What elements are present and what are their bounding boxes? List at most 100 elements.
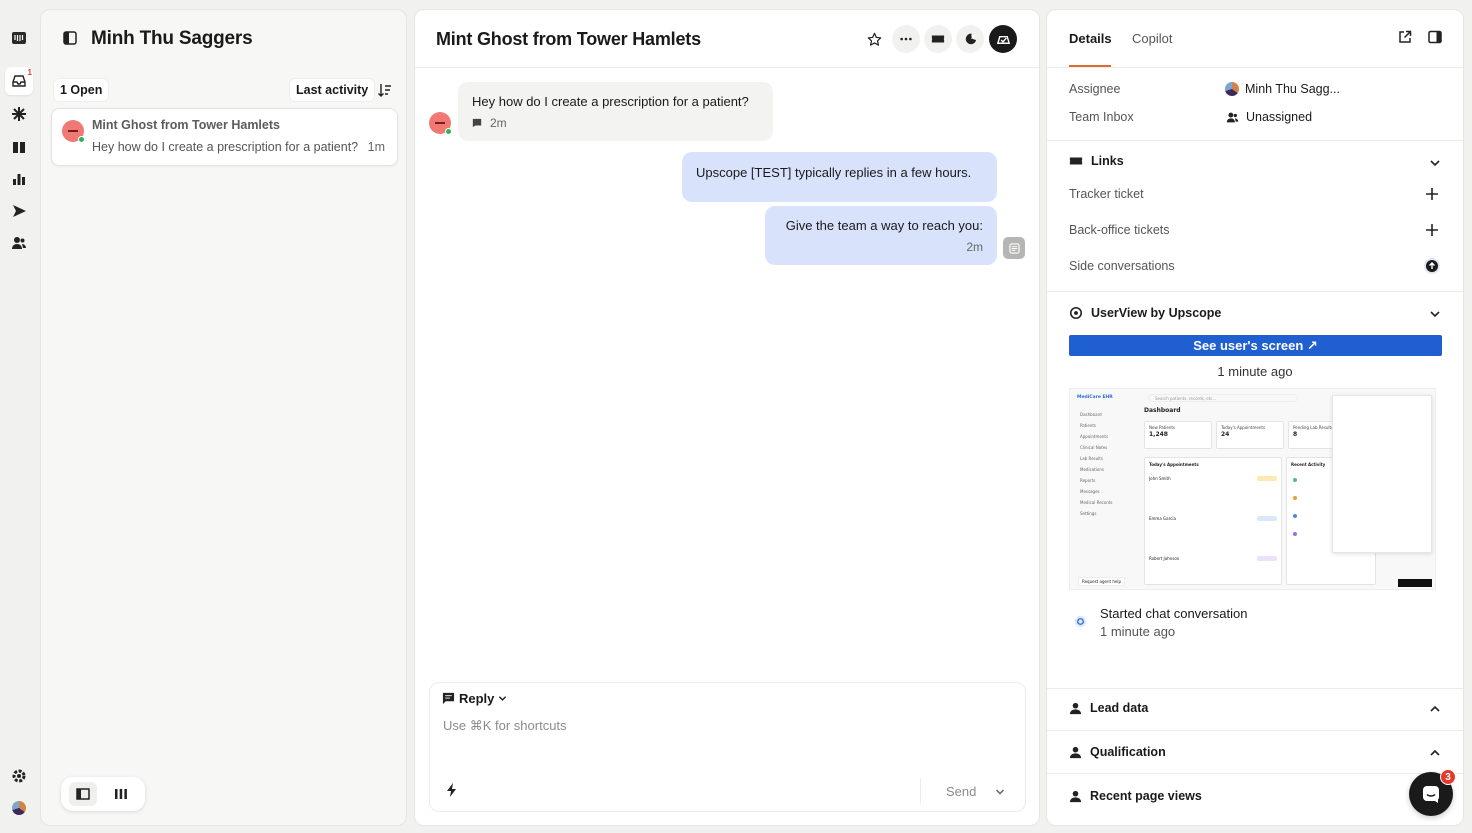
chevron-down-icon[interactable] [1429,156,1441,168]
preview-nav: Dashboard Patients Appointments Clinical No… [1080,412,1113,516]
multi-column-icon[interactable] [107,782,135,806]
sort-order-icon[interactable] [377,82,393,98]
preview-help: Request agent help [1078,577,1125,586]
layout-switcher [61,777,145,811]
snooze-icon[interactable] [956,25,984,53]
see-user-screen-button[interactable]: See user's screen ↗ [1069,335,1442,356]
team-inbox-value[interactable]: Unassigned [1225,110,1312,124]
preview-dark-bar [1398,579,1432,587]
tab-details[interactable]: Details [1069,31,1112,46]
inbox-icon[interactable]: 1 [5,67,33,95]
conversation-item[interactable]: Mint Ghost from Tower Hamlets Hey how do… [51,108,398,166]
details-panel: Details Copilot Assignee Minh Thu Sagg..… [1046,9,1464,826]
message-text: Give the team a way to reach you: [785,218,983,233]
open-filter[interactable]: 1 Open [53,78,110,102]
settings-icon[interactable] [9,766,29,786]
recent-page-views-title: Recent page views [1090,789,1202,803]
add-tracker-ticket-icon[interactable] [1425,187,1439,201]
online-indicator [78,136,85,143]
conversation-preview: Hey how do I create a prescription for a… [92,140,359,154]
messenger-launcher-button[interactable]: 3 [1409,769,1456,816]
chevron-up-icon[interactable] [1429,702,1441,714]
ai-agent-icon[interactable] [9,104,29,124]
assignee-name: Minh Thu Sagg... [1245,82,1340,96]
preview-stat-card: New Patients 1,248 [1144,421,1212,449]
send-button[interactable]: Send [946,784,976,799]
sidebar-toggle-icon[interactable] [63,31,77,45]
qualification-section-header[interactable]: Qualification [1069,745,1166,759]
close-conversation-icon[interactable] [989,25,1017,53]
recent-page-views-section-header[interactable]: Recent page views [1069,789,1202,803]
event-time: 1 minute ago [1100,624,1176,639]
reports-icon[interactable] [9,169,29,189]
qualification-title: Qualification [1090,745,1166,759]
userview-section-header[interactable]: UserView by Upscope [1069,306,1221,320]
lead-data-title: Lead data [1090,701,1149,715]
ticket-icon [1069,157,1083,165]
links-section-header[interactable]: Links [1069,154,1124,168]
header-divider [415,67,1039,68]
send-divider [920,778,921,804]
lead-data-section-header[interactable]: Lead data [1069,701,1148,715]
reply-mode-dropdown[interactable]: Reply [442,691,507,706]
reply-composer[interactable]: Reply Use ⌘K for shortcuts Send [429,682,1026,812]
bot-message-icon [1003,237,1025,259]
person-icon [1069,702,1082,714]
message-text: Hey how do I create a prescription for a… [472,94,749,109]
chevron-down-icon[interactable] [1429,307,1441,319]
person-icon [1069,746,1082,758]
star-icon[interactable] [860,25,888,53]
chevron-up-icon[interactable] [1429,746,1441,758]
collapse-panel-icon[interactable] [1428,30,1442,49]
section-divider [1047,730,1463,731]
conversation-panel: Mint Ghost from Tower Hamlets Hey how do… [414,9,1040,826]
chat-started-icon [1074,615,1087,633]
message-bubble-outgoing: Give the team a way to reach you: 2m [765,206,997,265]
side-conversation-icon[interactable] [1423,257,1441,275]
launcher-badge: 3 [1440,769,1456,785]
open-external-icon[interactable] [1398,30,1412,49]
links-title: Links [1091,154,1124,168]
side-conversations-label: Side conversations [1069,259,1175,273]
preview-widget [1332,395,1432,553]
composer-placeholder[interactable]: Use ⌘K for shortcuts [443,718,567,734]
message-bubble-outgoing: Upscope [TEST] typically replies in a fe… [682,152,997,202]
message-time: 2m [490,116,507,130]
tracker-ticket-label: Tracker ticket [1069,187,1144,201]
knowledge-icon[interactable] [9,137,29,157]
preview-stat-card: Today's Appointments 24 [1216,421,1284,449]
target-icon [1069,306,1083,320]
more-options-icon[interactable] [892,25,920,53]
section-divider [1047,291,1463,292]
contacts-icon[interactable] [9,233,29,253]
avatar [1225,82,1239,96]
single-pane-icon[interactable] [69,782,97,806]
section-divider [1047,688,1463,689]
outbound-icon[interactable] [9,201,29,221]
section-divider [1047,140,1463,141]
message-text: Upscope [TEST] typically replies in a fe… [696,165,972,180]
sort-dropdown[interactable]: Last activity [289,78,376,102]
add-back-office-ticket-icon[interactable] [1425,223,1439,237]
avatar[interactable] [9,798,29,818]
team-inbox-name: Unassigned [1246,110,1313,124]
ticket-icon[interactable] [924,25,952,53]
person-icon [1069,790,1082,802]
nav-rail: 1 [0,0,38,833]
inbox-title: Minh Thu Saggers [91,28,253,49]
logo-icon[interactable] [9,28,29,48]
preview-heading: Dashboard [1144,407,1181,414]
chevron-down-icon [499,696,507,701]
userview-title: UserView by Upscope [1091,306,1222,320]
lightning-icon[interactable] [446,783,458,802]
conversation-title: Mint Ghost from Tower Hamlets [436,29,701,49]
assignee-label: Assignee [1069,82,1121,96]
preview-search: Search patients, records, etc... [1148,394,1298,402]
assignee-value[interactable]: Minh Thu Sagg... [1225,82,1340,96]
tab-copilot[interactable]: Copilot [1132,31,1172,46]
send-options-chevron-icon[interactable] [995,784,1005,802]
reply-mode-label: Reply [459,691,495,706]
screen-preview[interactable]: MediCare EHR Search patients, records, e… [1069,388,1436,590]
inbox-badge: 1 [27,68,32,77]
team-icon [1226,112,1239,122]
